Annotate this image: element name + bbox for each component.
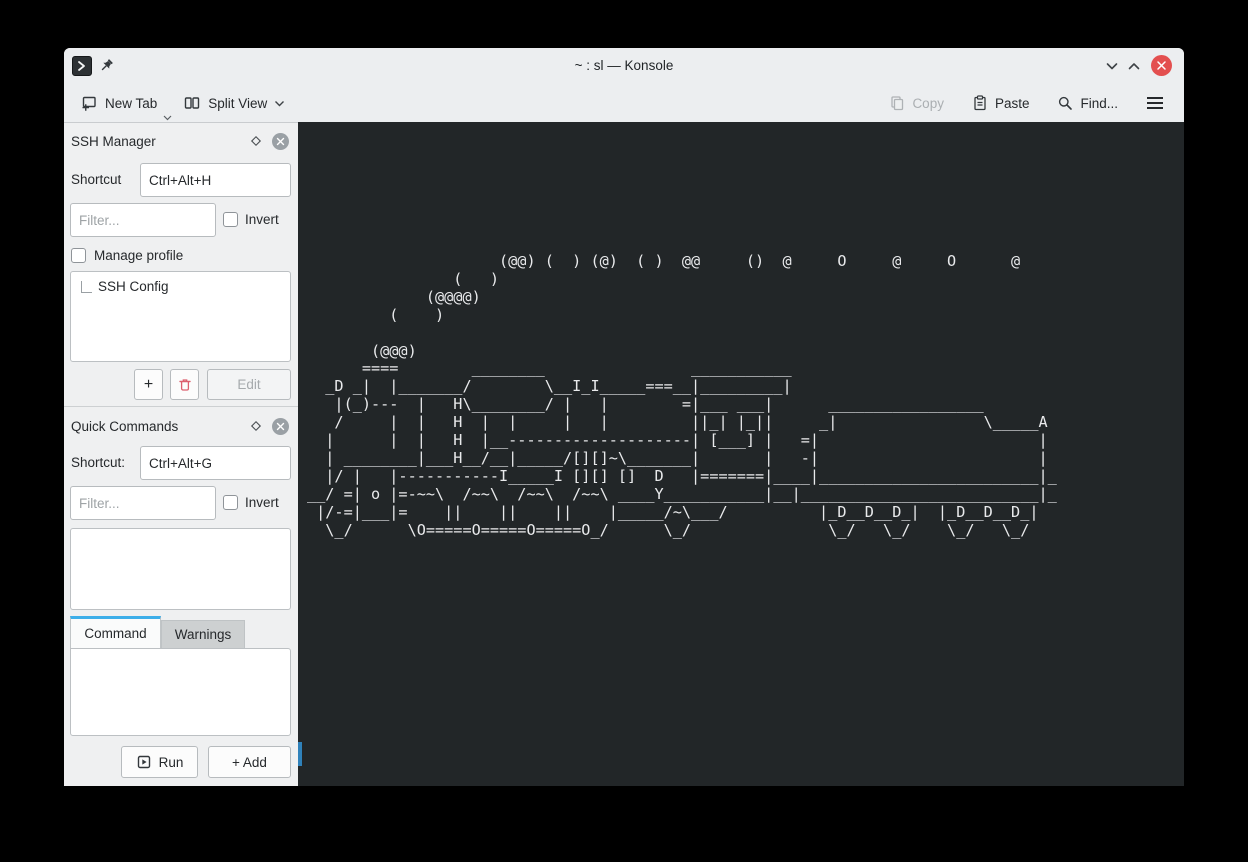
desktop: ~ : sl — Konsole New Tab bbox=[0, 0, 1248, 862]
qc-command-editor[interactable] bbox=[70, 648, 291, 736]
split-view-chevron-icon bbox=[274, 100, 285, 107]
split-view-icon bbox=[183, 94, 201, 112]
titlebar[interactable]: ~ : sl — Konsole bbox=[64, 48, 1184, 84]
new-tab-label: New Tab bbox=[105, 96, 157, 111]
float-panel-icon[interactable] bbox=[250, 135, 262, 147]
new-tab-button[interactable]: New Tab bbox=[74, 90, 163, 116]
split-view-label: Split View bbox=[208, 96, 267, 111]
trash-icon bbox=[177, 377, 193, 393]
main-content: SSH Manager Shortcut Invert Manage profi… bbox=[64, 122, 1184, 786]
quick-commands-title: Quick Commands bbox=[71, 419, 250, 434]
paste-button[interactable]: Paste bbox=[966, 91, 1036, 115]
sidebar: SSH Manager Shortcut Invert Manage profi… bbox=[64, 122, 298, 786]
qc-filter-input[interactable] bbox=[70, 486, 216, 520]
ssh-manager-title: SSH Manager bbox=[71, 134, 250, 149]
copy-button: Copy bbox=[883, 91, 950, 115]
manage-profile-checkbox[interactable] bbox=[71, 248, 86, 263]
copy-label: Copy bbox=[912, 96, 944, 111]
ascii-train: (@@) ( ) (@) ( ) @@ () @ O @ O @ ( ) (@@… bbox=[307, 253, 1057, 540]
pin-icon[interactable] bbox=[98, 58, 114, 74]
tree-branch-icon bbox=[81, 281, 92, 293]
close-panel-icon[interactable] bbox=[272, 133, 289, 150]
ssh-add-button[interactable]: + bbox=[134, 369, 163, 400]
run-icon bbox=[136, 754, 152, 770]
run-button[interactable]: Run bbox=[121, 746, 198, 778]
quick-commands-header: Quick Commands bbox=[64, 412, 298, 440]
terminal-area[interactable]: (@@) ( ) (@) ( ) @@ () @ O @ O @ ( ) (@@… bbox=[298, 122, 1184, 786]
toolbar: New Tab Split View Copy bbox=[64, 84, 1184, 122]
close-button[interactable] bbox=[1151, 55, 1172, 76]
ssh-manager-header: SSH Manager bbox=[64, 127, 298, 155]
ssh-filter-input[interactable] bbox=[70, 203, 216, 237]
paste-label: Paste bbox=[995, 96, 1030, 111]
ssh-invert-label: Invert bbox=[245, 212, 279, 227]
ssh-edit-label: Edit bbox=[237, 377, 260, 392]
qc-command-list[interactable] bbox=[70, 528, 291, 610]
qc-invert-checkbox[interactable] bbox=[223, 495, 238, 510]
ssh-edit-button: Edit bbox=[207, 369, 291, 400]
copy-icon bbox=[889, 95, 905, 111]
ssh-delete-button[interactable] bbox=[170, 369, 199, 400]
qc-shortcut-input[interactable] bbox=[140, 446, 291, 480]
hamburger-icon bbox=[1146, 96, 1164, 110]
find-button[interactable]: Find... bbox=[1051, 91, 1124, 115]
terminal-scrollbar-thumb[interactable] bbox=[298, 742, 302, 766]
tab-command[interactable]: Command bbox=[70, 616, 161, 648]
maximize-button[interactable] bbox=[1126, 58, 1142, 74]
tab-command-label: Command bbox=[84, 626, 146, 641]
search-icon bbox=[1057, 95, 1073, 111]
tab-warnings-label: Warnings bbox=[175, 627, 232, 642]
hamburger-menu-button[interactable] bbox=[1140, 92, 1170, 114]
qc-invert-label: Invert bbox=[245, 495, 279, 510]
float-panel-icon[interactable] bbox=[250, 420, 262, 432]
ssh-tree: SSH Config bbox=[70, 271, 291, 362]
ssh-shortcut-label: Shortcut bbox=[71, 172, 121, 187]
add-label: + Add bbox=[232, 755, 267, 770]
plus-icon: + bbox=[144, 376, 153, 394]
split-view-button[interactable]: Split View bbox=[177, 90, 291, 116]
tree-item-ssh-config[interactable]: SSH Config bbox=[98, 279, 169, 294]
run-label: Run bbox=[159, 755, 184, 770]
panel-separator bbox=[64, 406, 298, 407]
ssh-invert-checkbox[interactable] bbox=[223, 212, 238, 227]
close-panel-icon[interactable] bbox=[272, 418, 289, 435]
konsole-window: ~ : sl — Konsole New Tab bbox=[64, 48, 1184, 786]
konsole-app-icon bbox=[72, 56, 92, 76]
window-title: ~ : sl — Konsole bbox=[64, 48, 1184, 84]
paste-icon bbox=[972, 95, 988, 111]
minimize-button[interactable] bbox=[1104, 58, 1120, 74]
new-tab-dropdown-icon bbox=[163, 115, 172, 121]
new-tab-icon bbox=[80, 94, 98, 112]
manage-profile-label: Manage profile bbox=[94, 248, 183, 263]
qc-shortcut-label: Shortcut: bbox=[71, 455, 125, 470]
add-command-button[interactable]: + Add bbox=[208, 746, 291, 778]
find-label: Find... bbox=[1080, 96, 1118, 111]
tab-warnings[interactable]: Warnings bbox=[161, 620, 245, 648]
ssh-shortcut-input[interactable] bbox=[140, 163, 291, 197]
